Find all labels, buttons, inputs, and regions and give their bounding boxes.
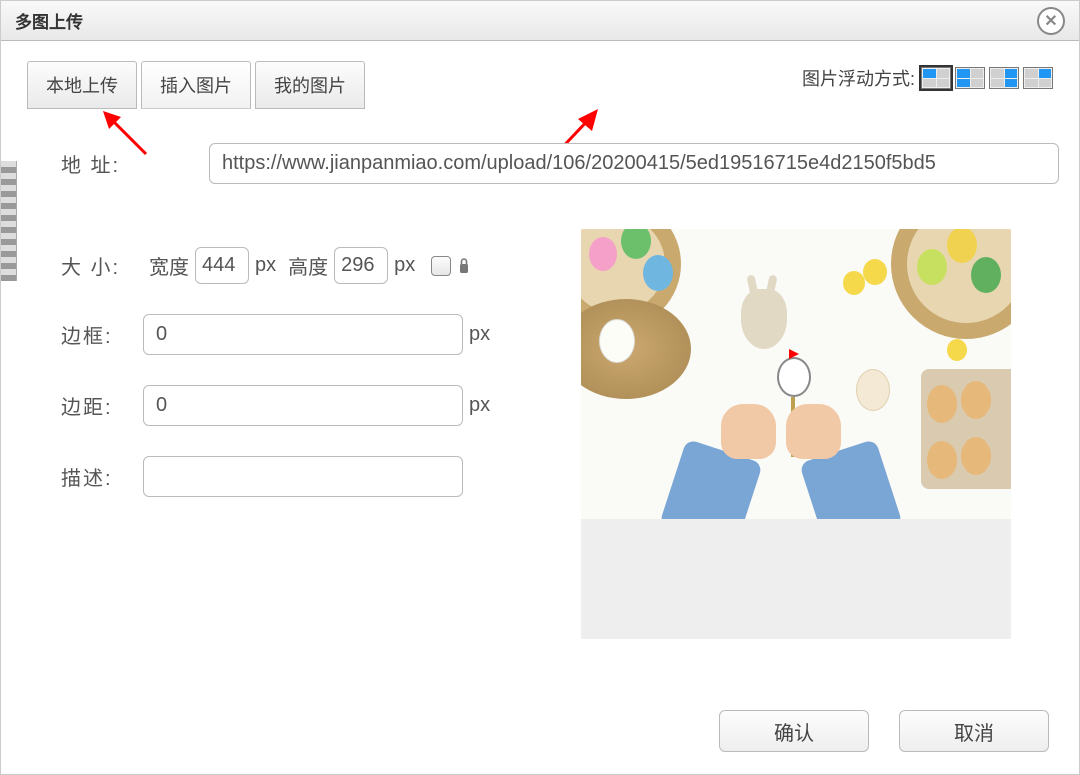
desc-row: 描述:: [61, 456, 561, 497]
float-mode-label: 图片浮动方式:: [802, 65, 915, 91]
tab-my-images[interactable]: 我的图片: [255, 61, 365, 109]
margin-label: 边距:: [61, 391, 143, 420]
float-left-icon[interactable]: [955, 67, 985, 89]
cancel-button[interactable]: 取消: [899, 710, 1049, 752]
url-row: 地 址:: [61, 139, 561, 187]
size-label: 大 小:: [61, 251, 143, 280]
border-label: 边框:: [61, 320, 143, 349]
ok-button[interactable]: 确认: [719, 710, 869, 752]
close-button[interactable]: ✕: [1037, 7, 1065, 35]
dialog-title: 多图上传: [15, 8, 83, 33]
height-label: 高度: [288, 251, 328, 280]
border-input[interactable]: [143, 314, 463, 355]
px-label-3: px: [469, 323, 490, 346]
url-input[interactable]: [209, 143, 1059, 184]
close-icon: ✕: [1044, 11, 1057, 31]
px-label-2: px: [394, 254, 415, 277]
content: 地 址: 大 小: 宽度 px 高度 px 边框: px: [1, 109, 1079, 639]
form-column: 地 址: 大 小: 宽度 px 高度 px 边框: px: [61, 139, 561, 639]
margin-row: 边距: px: [61, 385, 561, 426]
lock-icon: [459, 257, 469, 275]
footer: 确认 取消: [719, 710, 1049, 752]
url-label: 地 址:: [61, 149, 143, 178]
desc-input[interactable]: [143, 456, 463, 497]
height-input[interactable]: [334, 247, 388, 284]
float-mode: 图片浮动方式:: [802, 65, 1053, 91]
px-label: px: [255, 254, 276, 277]
float-right-icon[interactable]: [989, 67, 1019, 89]
tabs-row: 本地上传 插入图片 我的图片 图片浮动方式:: [1, 41, 1079, 109]
preview-column: [581, 139, 1039, 639]
preview-image: [581, 229, 1011, 519]
width-input[interactable]: [195, 247, 249, 284]
tab-insert-image[interactable]: 插入图片: [141, 61, 251, 109]
tab-local-upload[interactable]: 本地上传: [27, 61, 137, 109]
dialog: 多图上传 ✕ 本地上传 插入图片 我的图片 图片浮动方式:: [0, 0, 1080, 775]
float-mode-icons: [921, 67, 1053, 89]
margin-input[interactable]: [143, 385, 463, 426]
desc-label: 描述:: [61, 462, 143, 491]
float-center-icon[interactable]: [1023, 67, 1053, 89]
width-label: 宽度: [149, 251, 189, 280]
title-bar: 多图上传 ✕: [1, 1, 1079, 41]
px-label-4: px: [469, 394, 490, 417]
lock-ratio-checkbox[interactable]: [431, 256, 451, 276]
float-none-icon[interactable]: [921, 67, 951, 89]
border-row: 边框: px: [61, 314, 561, 355]
size-row: 大 小: 宽度 px 高度 px: [61, 247, 561, 284]
preview-box: [581, 229, 1011, 639]
sidebar-stub: [1, 161, 17, 281]
